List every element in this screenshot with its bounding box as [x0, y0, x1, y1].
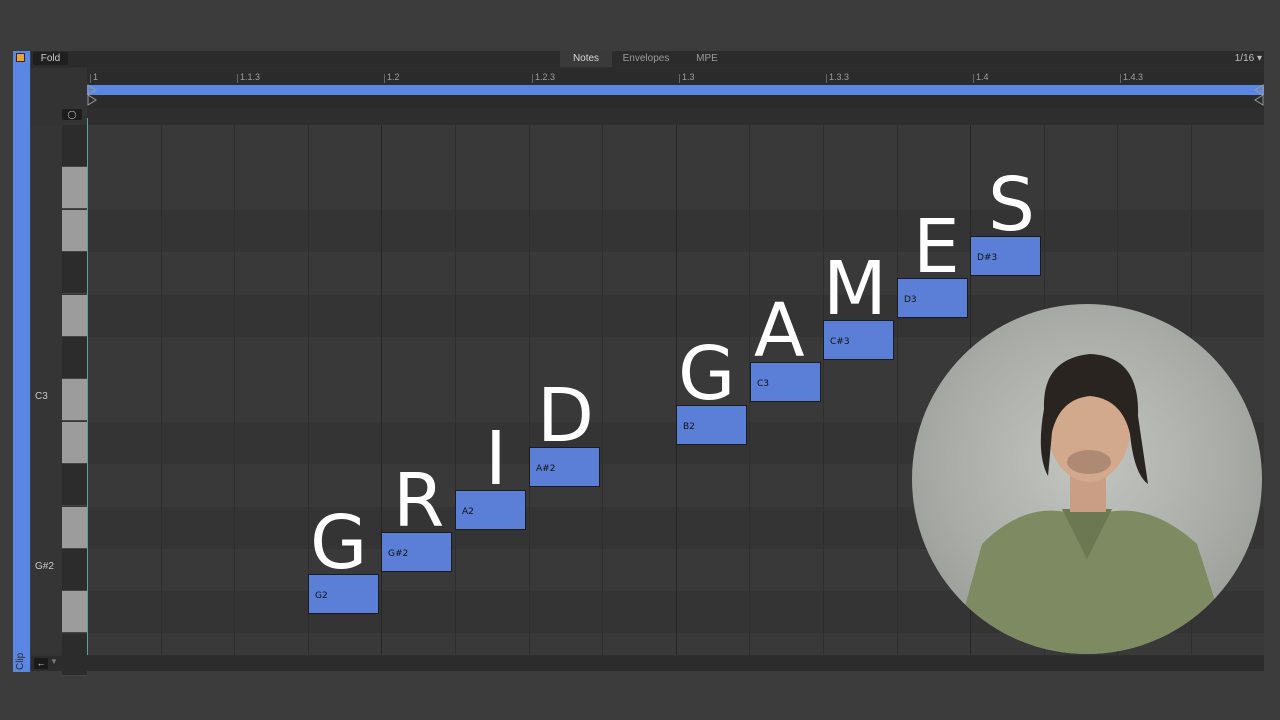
grid-line: [602, 125, 603, 655]
ruler-label: 1.1.3: [240, 72, 261, 82]
clip-activator-toggle[interactable]: [16, 53, 25, 62]
key-label-c3: C3: [35, 391, 48, 402]
loop-start-marker-icon[interactable]: [87, 84, 97, 106]
grid-line: [676, 125, 677, 655]
editor-footer: [31, 656, 1264, 671]
title-letter: G: [310, 500, 368, 586]
piano-key[interactable]: [62, 252, 87, 294]
ruler-label: 1: [93, 72, 99, 82]
grid-line: [381, 125, 382, 655]
preview-headphone-icon[interactable]: ◯: [62, 109, 82, 120]
piano-key[interactable]: [62, 379, 87, 421]
piano-key[interactable]: [62, 125, 87, 167]
title-letter: A: [754, 288, 805, 374]
ruler-label: 1.3: [682, 72, 695, 82]
grid-line: [823, 125, 824, 655]
title-letter: D: [537, 373, 594, 459]
ruler-tick: [90, 74, 91, 83]
piano-key[interactable]: [62, 295, 87, 337]
piano-key[interactable]: [62, 422, 87, 464]
midi-note-label: D#3: [977, 253, 998, 263]
title-letter: I: [485, 416, 507, 502]
midi-note-label: D3: [904, 295, 917, 305]
clip-strip: [13, 51, 30, 672]
grid-line: [234, 125, 235, 655]
piano-key[interactable]: [62, 634, 87, 676]
playhead: [87, 118, 88, 655]
presenter-portrait: [912, 304, 1262, 654]
ruler-tick: [679, 74, 680, 83]
clip-label: Clip: [15, 652, 26, 670]
ruler-label: 1.2: [387, 72, 400, 82]
key-label-g#2: G#2: [35, 561, 54, 572]
title-letter: E: [913, 204, 960, 290]
midi-note-label: A2: [462, 507, 474, 517]
ruler-tick: [237, 74, 238, 83]
fold-button[interactable]: Fold: [33, 52, 68, 65]
piano-key[interactable]: [62, 337, 87, 379]
piano-key[interactable]: [62, 507, 87, 549]
midi-note-label: C3: [757, 379, 770, 389]
midi-note-label: C#3: [830, 337, 850, 347]
grid-line: [897, 125, 898, 655]
ruler-label: 1.3.3: [829, 72, 850, 82]
ruler-tick: [973, 74, 974, 83]
grid-line: [161, 125, 162, 655]
piano-key[interactable]: [62, 549, 87, 591]
portrait-illustration-icon: [952, 354, 1232, 654]
tab-notes[interactable]: Notes: [560, 51, 612, 67]
ruler-tick: [532, 74, 533, 83]
tab-mpe[interactable]: MPE: [680, 51, 734, 67]
ruler-tick: [384, 74, 385, 83]
title-letter: M: [823, 246, 887, 332]
left-arrow-icon[interactable]: ←: [34, 658, 48, 669]
ruler-tick: [1120, 74, 1121, 83]
title-letter: G: [678, 331, 736, 417]
tab-envelopes[interactable]: Envelopes: [616, 51, 676, 67]
grid-size-dropdown[interactable]: 1/16 ▾: [1200, 51, 1262, 67]
grid-line: [529, 125, 530, 655]
piano-key[interactable]: [62, 464, 87, 506]
ruler-label: 1.4: [976, 72, 989, 82]
midi-note-label: A#2: [536, 464, 556, 474]
ruler-label: 1.2.3: [535, 72, 556, 82]
ruler-tick: [826, 74, 827, 83]
ruler-label: 1.4.3: [1123, 72, 1144, 82]
midi-note-label: G2: [315, 591, 328, 601]
chevron-down-icon[interactable]: ▼: [50, 657, 58, 666]
loop-brace[interactable]: [87, 85, 1264, 95]
title-letter: S: [988, 162, 1035, 248]
piano-key[interactable]: [62, 591, 87, 633]
piano-key[interactable]: [62, 210, 87, 252]
piano-key[interactable]: [62, 167, 87, 209]
midi-note-label: B2: [683, 422, 695, 432]
grid-line: [455, 125, 456, 655]
title-letter: R: [393, 458, 445, 544]
midi-note-label: G#2: [388, 549, 409, 559]
loop-end-marker-icon[interactable]: [1254, 84, 1264, 106]
